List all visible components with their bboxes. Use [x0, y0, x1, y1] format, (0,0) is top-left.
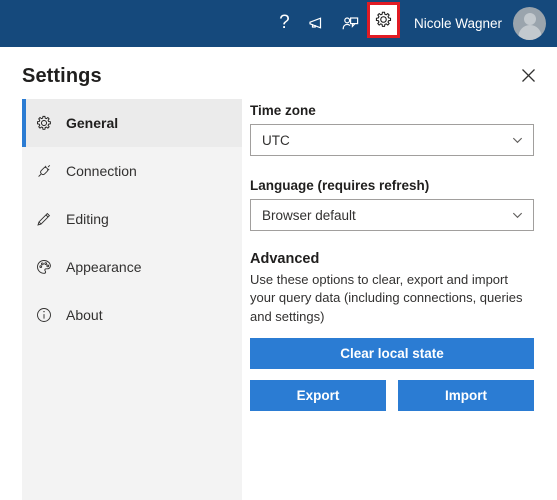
- sidebar-item-label: About: [66, 307, 103, 323]
- sidebar-item-label: Editing: [66, 211, 109, 227]
- clear-local-state-button[interactable]: Clear local state: [250, 338, 534, 370]
- help-icon: ?: [279, 12, 290, 33]
- user-avatar[interactable]: [513, 7, 546, 40]
- language-select[interactable]: Browser default: [250, 199, 534, 231]
- close-button[interactable]: [513, 63, 543, 93]
- import-button[interactable]: Import: [398, 380, 534, 412]
- timezone-value: UTC: [262, 132, 290, 148]
- page-title: Settings: [22, 65, 102, 87]
- avatar-body-shape: [518, 25, 541, 40]
- app-header-bar: ? Nicole Wagner: [0, 0, 557, 47]
- sidebar-item-label: Appearance: [66, 259, 142, 275]
- settings-content: Time zone UTC Language (requires refresh…: [250, 103, 535, 412]
- palette-icon: [22, 258, 66, 276]
- language-label: Language (requires refresh): [250, 178, 430, 193]
- export-import-button-row: Export Import: [250, 380, 535, 412]
- sidebar-item-connection[interactable]: Connection: [22, 147, 242, 195]
- settings-gear-icon: [374, 10, 393, 29]
- avatar-head-shape: [523, 13, 536, 25]
- export-button[interactable]: Export: [250, 380, 386, 412]
- close-icon: [521, 68, 536, 88]
- plug-icon: [22, 162, 66, 180]
- chevron-down-icon: [511, 134, 524, 147]
- advanced-section-description: Use these options to clear, export and i…: [250, 272, 523, 324]
- sidebar-item-editing[interactable]: Editing: [22, 195, 242, 243]
- chevron-down-icon: [511, 209, 524, 222]
- user-name-label: Nicole Wagner: [413, 16, 502, 31]
- info-circle-icon: [22, 306, 66, 324]
- feedback-button[interactable]: [334, 0, 367, 47]
- announcements-button[interactable]: [301, 0, 334, 47]
- feedback-person-icon: [340, 14, 360, 34]
- settings-panel: Settings General Connection Editing Appe…: [0, 47, 557, 500]
- timezone-label: Time zone: [250, 103, 316, 118]
- gear-icon: [22, 114, 66, 132]
- sidebar-item-label: Connection: [66, 163, 137, 179]
- header-icon-group: ? Nicole Wagner: [268, 0, 557, 47]
- help-button[interactable]: ?: [268, 0, 301, 47]
- sidebar-item-general[interactable]: General: [22, 99, 242, 147]
- pencil-icon: [22, 210, 66, 228]
- timezone-select[interactable]: UTC: [250, 124, 534, 156]
- sidebar-item-about[interactable]: About: [22, 291, 242, 339]
- settings-sidebar: General Connection Editing Appearance Ab…: [22, 99, 242, 500]
- megaphone-icon: [307, 14, 327, 34]
- advanced-section-title: Advanced: [250, 251, 320, 267]
- sidebar-item-label: General: [66, 115, 119, 131]
- sidebar-item-appearance[interactable]: Appearance: [22, 243, 242, 291]
- language-value: Browser default: [262, 207, 356, 223]
- settings-button[interactable]: [366, 0, 400, 47]
